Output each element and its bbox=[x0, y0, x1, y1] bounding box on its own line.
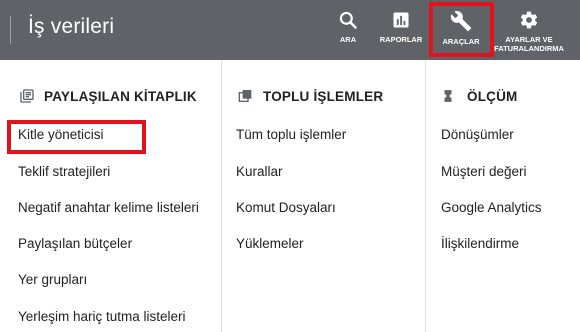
menu-item-customer-value[interactable]: Müşteri değeri bbox=[441, 164, 527, 179]
menu-item-negative-keyword-lists[interactable]: Negatif anahtar kelime listeleri bbox=[18, 200, 199, 215]
menu-item-rules[interactable]: Kurallar bbox=[236, 164, 283, 179]
bulk-actions-heading: TOPLU İŞLEMLER bbox=[237, 88, 383, 104]
menu-item-location-groups[interactable]: Yer grupları bbox=[18, 272, 87, 287]
header-divider bbox=[10, 16, 11, 44]
bulk-actions-icon bbox=[238, 90, 252, 102]
nav-search-button[interactable]: ARA bbox=[333, 0, 363, 60]
menu-item-shared-budgets[interactable]: Paylaşılan bütçeler bbox=[18, 236, 132, 251]
search-icon bbox=[339, 11, 357, 29]
library-icon bbox=[20, 89, 34, 103]
audience-manager-highlight-box bbox=[7, 120, 146, 154]
page-title: İş verileri bbox=[28, 15, 115, 38]
column-divider bbox=[425, 60, 426, 332]
menu-item-placement-exclusion-lists[interactable]: Yerleşim hariç tutma listeleri bbox=[18, 309, 186, 324]
nav-reports-button[interactable]: RAPORLAR bbox=[379, 0, 423, 60]
menu-item-all-bulk-actions[interactable]: Tüm toplu işlemler bbox=[236, 127, 346, 142]
nav-settings-label-line2: FATURALANDIRMA bbox=[494, 44, 564, 53]
menu-item-scripts[interactable]: Komut Dosyaları bbox=[236, 200, 336, 215]
gear-icon bbox=[520, 11, 538, 29]
menu-item-google-analytics[interactable]: Google Analytics bbox=[441, 200, 542, 215]
nav-reports-label: RAPORLAR bbox=[379, 35, 423, 44]
nav-settings-label: AYARLAR VE FATURALANDIRMA bbox=[494, 35, 564, 53]
bar-chart-icon bbox=[393, 12, 409, 28]
hourglass-icon bbox=[444, 90, 452, 102]
menu-item-uploads[interactable]: Yüklemeler bbox=[236, 236, 304, 251]
nav-settings-label-line1: AYARLAR VE bbox=[505, 35, 553, 44]
bulk-actions-heading-text: TOPLU İŞLEMLER bbox=[263, 88, 384, 104]
menu-item-attribution[interactable]: İlişkilendirme bbox=[441, 236, 519, 251]
menu-item-bid-strategies[interactable]: Teklif stratejileri bbox=[18, 164, 110, 179]
measurement-heading: ÖLÇÜM bbox=[441, 88, 518, 104]
nav-search-label: ARA bbox=[339, 35, 357, 44]
column-divider bbox=[221, 60, 222, 332]
menu-item-conversions[interactable]: Dönüşümler bbox=[441, 127, 514, 142]
top-header-bar: İş verileri ARA RAPORLAR ARAÇLAR AYARLAR… bbox=[0, 0, 580, 60]
shared-library-heading-text: PAYLAŞILAN KİTAPLIK bbox=[44, 88, 197, 104]
measurement-heading-text: ÖLÇÜM bbox=[467, 88, 518, 104]
nav-settings-button[interactable]: AYARLAR VE FATURALANDIRMA bbox=[484, 0, 574, 60]
shared-library-heading: PAYLAŞILAN KİTAPLIK bbox=[18, 88, 197, 104]
